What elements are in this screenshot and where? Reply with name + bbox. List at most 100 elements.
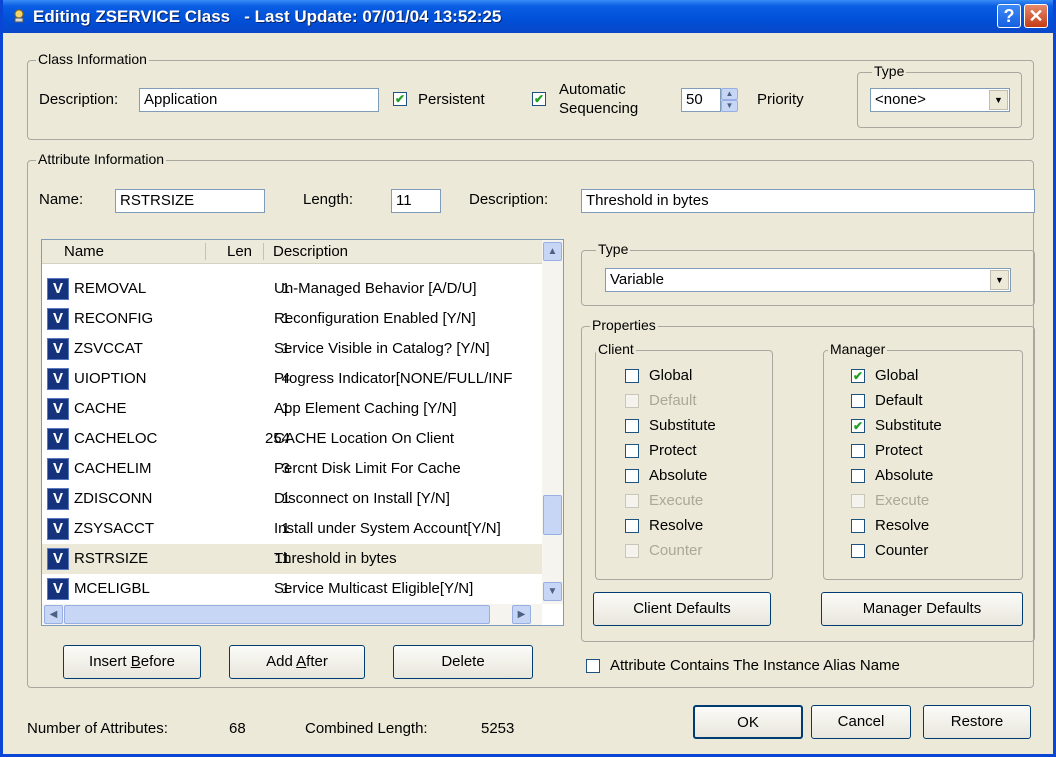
arrow-down-icon: ▼ — [725, 101, 734, 110]
variable-icon: V — [47, 368, 69, 390]
manager-counter-label: Counter — [875, 542, 929, 559]
manager-default-checkbox[interactable] — [851, 394, 865, 408]
manager-counter-checkbox[interactable] — [851, 544, 865, 558]
list-header: Name Len Description — [42, 240, 542, 264]
add-after-button[interactable]: Add After — [229, 645, 365, 679]
checkmark-icon: ✔ — [852, 419, 864, 433]
automatic-sequencing-label-line2: Sequencing — [559, 100, 639, 117]
list-item[interactable]: V UIOPTION 4 Progress Indicator[NONE/FUL… — [42, 364, 542, 394]
attr-length-input[interactable]: 11 — [391, 189, 441, 213]
combined-length-value: 5253 — [481, 720, 515, 737]
dialog-window: Editing ZSERVICE Class - Last Update: 07… — [0, 0, 1056, 757]
instance-alias-checkbox[interactable] — [586, 659, 600, 673]
list-item[interactable]: V ZSVCCAT 1 Service Visible in Catalog? … — [42, 334, 542, 364]
list-item[interactable]: V CACHE 1 App Element Caching [Y/N] — [42, 394, 542, 424]
manager-substitute-checkbox[interactable]: ✔ — [851, 419, 865, 433]
horizontal-scroll-thumb[interactable] — [64, 605, 490, 624]
attr-name-cell: CACHE — [74, 400, 127, 417]
scroll-up-button[interactable]: ▲ — [543, 242, 562, 261]
attr-description-input[interactable]: Threshold in bytes — [581, 189, 1035, 213]
variable-icon: V — [47, 398, 69, 420]
client-resolve-label: Resolve — [649, 517, 704, 534]
attr-name-cell: ZSVCCAT — [74, 340, 143, 357]
insert-before-button[interactable]: Insert Before — [63, 645, 201, 679]
chevron-down-icon: ▼ — [547, 586, 558, 597]
client-protect-label: Protect — [649, 442, 697, 459]
manager-defaults-button[interactable]: Manager Defaults — [821, 592, 1023, 626]
number-of-attributes-label: Number of Attributes: — [27, 720, 168, 737]
attribute-type-select[interactable]: Variable ▼ — [605, 268, 1011, 292]
column-header-name[interactable]: Name — [64, 243, 104, 260]
column-header-len[interactable]: Len — [227, 243, 252, 260]
cancel-button[interactable]: Cancel — [811, 705, 911, 739]
priority-input[interactable]: 50 — [681, 88, 721, 112]
priority-up-button[interactable]: ▲ — [721, 88, 738, 100]
manager-resolve-checkbox[interactable] — [851, 519, 865, 533]
class-description-input[interactable]: Application — [139, 88, 379, 112]
list-vertical-scrollbar[interactable]: ▲ ▼ — [542, 240, 563, 604]
attr-name-cell: ZDISCONN — [74, 490, 153, 507]
attr-name-label: Name: — [39, 191, 84, 208]
chevron-down-icon[interactable]: ▼ — [990, 270, 1009, 290]
scroll-down-button[interactable]: ▼ — [543, 582, 562, 601]
client-counter-label: Counter — [649, 542, 703, 559]
attr-name-cell: REMOVAL — [74, 280, 147, 297]
scroll-right-button[interactable]: ▶ — [512, 605, 531, 624]
list-item[interactable]: V ZSYSACCT 1 Install under System Accoun… — [42, 514, 542, 544]
attr-desc-cell: Disconnect on Install [Y/N] — [274, 490, 450, 507]
list-item[interactable]: V CACHELIM 3 Percnt Disk Limit For Cache — [42, 454, 542, 484]
list-item[interactable]: V MCELIGBL 1 Service Multicast Eligible[… — [42, 574, 542, 604]
title-bar[interactable]: Editing ZSERVICE Class - Last Update: 07… — [3, 0, 1053, 33]
attr-desc-cell: Reconfiguration Enabled [Y/N] — [274, 310, 476, 327]
manager-default-label: Default — [875, 392, 923, 409]
scroll-left-button[interactable]: ◀ — [44, 605, 63, 624]
manager-protect-checkbox[interactable] — [851, 444, 865, 458]
properties-legend: Properties — [590, 317, 658, 333]
list-item-selected[interactable]: V RSTRSIZE 11 Threshold in bytes — [42, 544, 542, 574]
variable-icon: V — [47, 308, 69, 330]
attr-name-input[interactable]: RSTRSIZE — [115, 189, 265, 213]
client-resolve-checkbox[interactable] — [625, 519, 639, 533]
column-header-description[interactable]: Description — [273, 243, 348, 260]
manager-global-label: Global — [875, 367, 919, 384]
attr-desc-cell: App Element Caching [Y/N] — [274, 400, 457, 417]
vertical-scroll-thumb[interactable] — [543, 495, 562, 535]
ok-button[interactable]: OK — [693, 705, 803, 739]
attr-desc-cell: Un-Managed Behavior [A/D/U] — [274, 280, 477, 297]
client-substitute-checkbox[interactable] — [625, 419, 639, 433]
variable-icon: V — [47, 488, 69, 510]
attribute-list[interactable]: Name Len Description V REMOVAL 1 Un-Mana… — [41, 239, 564, 626]
manager-global-checkbox[interactable]: ✔ — [851, 369, 865, 383]
list-item[interactable]: V RECONFIG 1 Reconfiguration Enabled [Y/… — [42, 304, 542, 334]
close-button[interactable]: ✕ — [1024, 4, 1048, 28]
persistent-checkbox[interactable]: ✔ — [393, 92, 407, 106]
manager-absolute-checkbox[interactable] — [851, 469, 865, 483]
client-defaults-button[interactable]: Client Defaults — [593, 592, 771, 626]
restore-button[interactable]: Restore — [923, 705, 1031, 739]
list-horizontal-scrollbar[interactable]: ◀ ▶ — [42, 604, 542, 625]
class-type-select[interactable]: <none> ▼ — [870, 88, 1010, 112]
client-absolute-label: Absolute — [649, 467, 708, 484]
chevron-down-icon[interactable]: ▼ — [989, 90, 1008, 110]
class-type-legend: Type — [872, 63, 907, 79]
help-icon: ? — [1003, 6, 1015, 26]
manager-protect-label: Protect — [875, 442, 923, 459]
client-absolute-checkbox[interactable] — [625, 469, 639, 483]
class-type-value: <none> — [875, 91, 926, 108]
attr-desc-cell: Service Multicast Eligible[Y/N] — [274, 580, 474, 597]
list-item[interactable]: V REMOVAL 1 Un-Managed Behavior [A/D/U] — [42, 274, 542, 304]
attribute-type-legend: Type — [596, 241, 631, 257]
client-global-label: Global — [649, 367, 693, 384]
delete-button[interactable]: Delete — [393, 645, 533, 679]
help-button[interactable]: ? — [997, 4, 1021, 28]
automatic-sequencing-checkbox[interactable]: ✔ — [532, 92, 546, 106]
client-global-checkbox[interactable] — [625, 369, 639, 383]
manager-execute-label: Execute — [875, 492, 930, 509]
priority-down-button[interactable]: ▼ — [721, 100, 738, 112]
attr-name-cell: UIOPTION — [74, 370, 147, 387]
attr-desc-cell: Percnt Disk Limit For Cache — [274, 460, 461, 477]
list-item[interactable]: V CACHELOC 254 CACHE Location On Client — [42, 424, 542, 454]
list-item[interactable]: V ZDISCONN 1 Disconnect on Install [Y/N] — [42, 484, 542, 514]
attr-desc-cell: Install under System Account[Y/N] — [274, 520, 501, 537]
client-protect-checkbox[interactable] — [625, 444, 639, 458]
